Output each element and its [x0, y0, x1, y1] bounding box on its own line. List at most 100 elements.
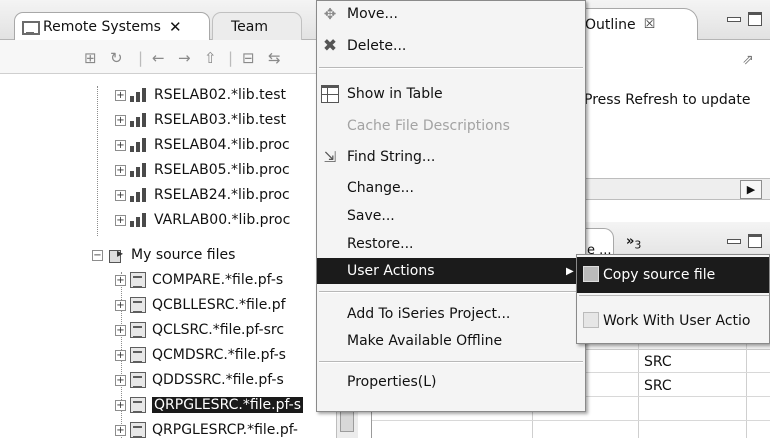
menu-item-properties[interactable]: Properties(L)	[317, 369, 585, 395]
tab-team-label: Team	[231, 18, 269, 35]
expand-icon[interactable]: +	[115, 139, 126, 151]
scroll-right-arrow-icon[interactable]: ▶	[740, 180, 762, 199]
submenu-item-copy-source-file[interactable]: Copy source file	[577, 257, 769, 293]
minimize-icon[interactable]	[726, 12, 741, 26]
menu-item-label: Restore...	[347, 236, 414, 252]
up-icon[interactable]: ⇧	[204, 49, 217, 67]
close-icon[interactable]: ☒	[644, 17, 656, 32]
forward-icon[interactable]: →	[178, 49, 191, 67]
outline-window-controls	[726, 12, 762, 26]
menu-item-label: Delete...	[347, 38, 407, 54]
source-file-icon	[130, 322, 146, 338]
expand-icon[interactable]: +	[115, 424, 126, 436]
tree-item-label: RSELAB04.*lib.proc	[154, 137, 290, 153]
tree-item-label: RSELAB24.*lib.proc	[154, 187, 290, 203]
tree-item-filter[interactable]: − My source files	[92, 244, 235, 266]
tree-item-label: VARLAB00.*lib.proc	[154, 212, 291, 228]
menu-item-show-in-table[interactable]: Show in Table	[317, 81, 585, 107]
tree-item-library[interactable]: + RSELAB04.*lib.proc	[115, 134, 290, 156]
expand-icon[interactable]: +	[115, 274, 126, 286]
tab-remote-systems[interactable]: Remote Systems ✕	[14, 12, 210, 40]
menu-item-delete[interactable]: ✖ Delete...	[317, 33, 585, 59]
menu-separator	[319, 291, 583, 293]
expand-icon[interactable]: +	[115, 164, 126, 176]
tree-item-file[interactable]: + QCLSRC.*file.pf-src	[115, 319, 284, 341]
menu-item-change[interactable]: Change...	[317, 175, 585, 201]
tree-item-file-selected[interactable]: + QRPGLESRC.*file.pf-s	[115, 394, 303, 416]
menu-item-find-string[interactable]: ⇲ Find String...	[317, 144, 585, 170]
find-icon: ⇲	[323, 148, 337, 166]
tree-item-label: COMPARE.*file.pf-s	[152, 272, 284, 288]
menu-item-label: Cache File Descriptions	[347, 118, 510, 134]
minimize-icon[interactable]	[726, 234, 741, 248]
menu-item-add-to-iseries-project[interactable]: Add To iSeries Project...	[317, 301, 585, 327]
source-file-icon	[130, 397, 146, 413]
tree-item-library[interactable]: + RSELAB03.*lib.test	[115, 109, 286, 131]
new-connection-icon[interactable]: ⊞	[84, 49, 97, 67]
expand-icon[interactable]: +	[115, 299, 126, 311]
tree-item-label: QCLSRC.*file.pf-src	[152, 322, 285, 338]
menu-item-label: Properties(L)	[347, 374, 437, 390]
menu-item-label: Find String...	[347, 149, 436, 165]
tree-item-label: RSELAB02.*lib.test	[154, 87, 287, 103]
outline-tool-icon[interactable]: ⇗	[742, 52, 754, 68]
collapse-all-icon[interactable]: ⊟	[242, 49, 255, 67]
tree-item-library[interactable]: + RSELAB24.*lib.proc	[115, 184, 290, 206]
tree-item-label: QCBLLESRC.*file.pf	[152, 297, 286, 313]
toolbar-separator: |	[138, 49, 144, 67]
overflow-count: 3	[634, 238, 642, 252]
user-actions-submenu: Copy source file Work With User Actio	[576, 254, 770, 344]
refresh-icon[interactable]: ↻	[110, 49, 123, 67]
tree-item-library[interactable]: + RSELAB02.*lib.test	[115, 84, 286, 106]
tree-item-file[interactable]: + QCBLLESRC.*file.pf	[115, 294, 286, 316]
tree-item-label: QDDSSRC.*file.pf-s	[152, 372, 284, 388]
expand-icon[interactable]: +	[115, 374, 126, 386]
menu-item-user-actions[interactable]: User Actions ▶	[317, 258, 585, 284]
tree-item-file[interactable]: + COMPARE.*file.pf-s	[115, 269, 283, 291]
submenu-item-label: Copy source file	[603, 267, 716, 283]
menu-separator	[319, 67, 583, 69]
tree-item-file[interactable]: + QRPGLESRCP.*file.pf-	[115, 419, 298, 438]
close-icon[interactable]: ✕	[169, 18, 182, 36]
move-icon: ✥	[323, 5, 337, 23]
library-icon	[130, 88, 148, 102]
tree-guide-line	[97, 86, 98, 236]
expand-icon[interactable]: +	[115, 214, 126, 226]
expand-icon[interactable]: +	[115, 114, 126, 126]
expand-icon[interactable]: +	[115, 89, 126, 101]
filter-folder-icon	[107, 246, 125, 263]
source-file-icon	[130, 347, 146, 363]
menu-item-move[interactable]: ✥ Move...	[317, 1, 585, 27]
expand-icon[interactable]: +	[115, 324, 126, 336]
outline-message: Press Refresh to update	[584, 92, 751, 108]
maximize-icon[interactable]	[748, 12, 762, 26]
library-icon	[130, 163, 148, 177]
menu-item-restore[interactable]: Restore...	[317, 231, 585, 257]
submenu-arrow-icon: ▶	[566, 265, 574, 277]
back-icon[interactable]: ←	[152, 49, 165, 67]
menu-separator	[319, 361, 583, 363]
tree-item-library[interactable]: + VARLAB00.*lib.proc	[115, 209, 290, 231]
source-file-icon	[130, 372, 146, 388]
tree-item-library[interactable]: + RSELAB05.*lib.proc	[115, 159, 290, 181]
expand-icon[interactable]: +	[115, 189, 126, 201]
collapse-icon[interactable]: −	[92, 249, 103, 261]
maximize-icon[interactable]	[748, 234, 762, 248]
tab-remote-systems-label: Remote Systems	[43, 18, 161, 35]
menu-item-label: Show in Table	[347, 86, 443, 102]
expand-icon[interactable]: +	[115, 399, 126, 411]
tree-item-label: RSELAB05.*lib.proc	[154, 162, 290, 178]
submenu-item-work-with-user-actions[interactable]: Work With User Actio	[577, 303, 769, 339]
table-cell: SRC	[644, 354, 672, 370]
tree-item-file[interactable]: + QDDSSRC.*file.pf-s	[115, 369, 284, 391]
submenu-item-label: Work With User Actio	[603, 313, 751, 329]
menu-item-label: Move...	[347, 6, 398, 22]
menu-item-label: Change...	[347, 180, 414, 196]
expand-icon[interactable]: +	[115, 349, 126, 361]
tab-team[interactable]: Team	[212, 12, 302, 40]
menu-item-make-available-offline[interactable]: Make Available Offline	[317, 328, 585, 354]
tree-item-file[interactable]: + QCMDSRC.*file.pf-s	[115, 344, 286, 366]
link-with-editor-icon[interactable]: ⇆	[268, 49, 281, 67]
view-overflow-button[interactable]: »3	[626, 234, 641, 252]
menu-item-save[interactable]: Save...	[317, 203, 585, 229]
